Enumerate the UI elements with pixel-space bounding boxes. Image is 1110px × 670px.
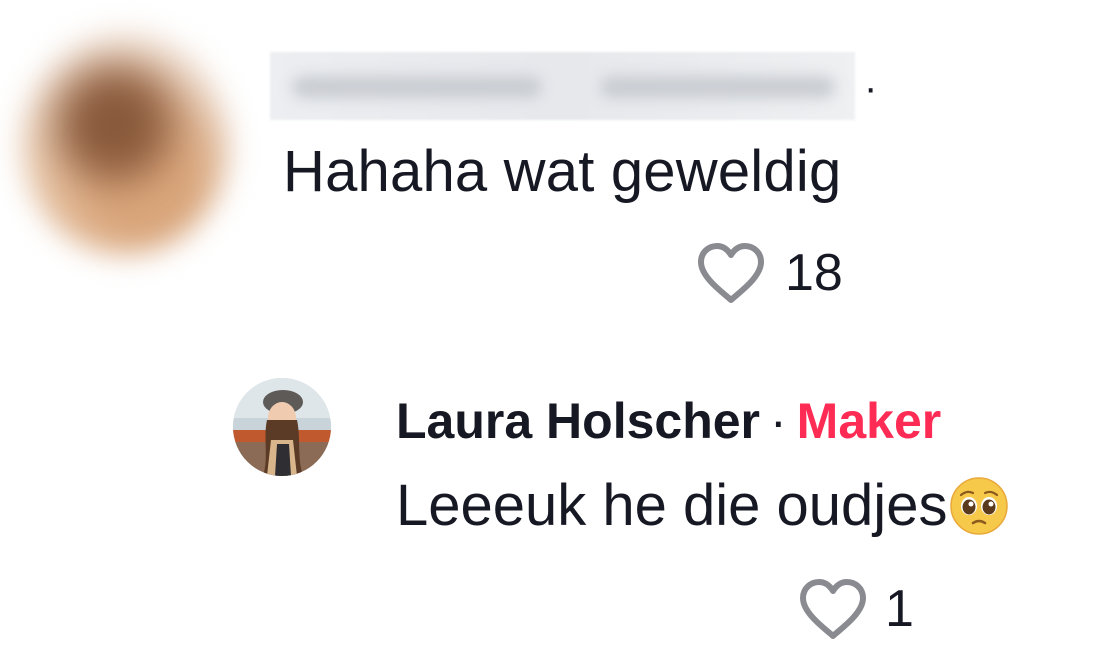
- like-button[interactable]: 18: [695, 240, 843, 306]
- reply-author-avatar[interactable]: [233, 378, 331, 476]
- comment-text: Hahaha wat geweldig: [283, 139, 842, 204]
- reply-header: Laura Holscher · Maker: [396, 392, 941, 450]
- creator-badge: Maker: [796, 393, 942, 449]
- reply-like-button[interactable]: 1: [797, 576, 914, 642]
- reply-text-line: Leeeuk he die oudjes: [396, 472, 1009, 539]
- like-count: 18: [785, 244, 843, 302]
- heart-outline-icon[interactable]: [797, 576, 869, 642]
- commenter-username-redacted[interactable]: [270, 52, 855, 120]
- reply-text: Leeeuk he die oudjes: [396, 473, 948, 538]
- username-separator: ·: [864, 66, 878, 110]
- pleading-face-icon: [950, 476, 1009, 535]
- heart-outline-icon[interactable]: [695, 240, 767, 306]
- reply-like-count: 1: [885, 580, 914, 638]
- comment-thread: · Hahaha wat geweldig 18 Laura Holscher ·…: [0, 0, 1110, 670]
- author-separator: ·: [770, 393, 787, 449]
- reply-author-name[interactable]: Laura Holscher: [396, 393, 760, 449]
- avatar-photo: [233, 378, 331, 476]
- commenter-avatar[interactable]: [20, 30, 230, 255]
